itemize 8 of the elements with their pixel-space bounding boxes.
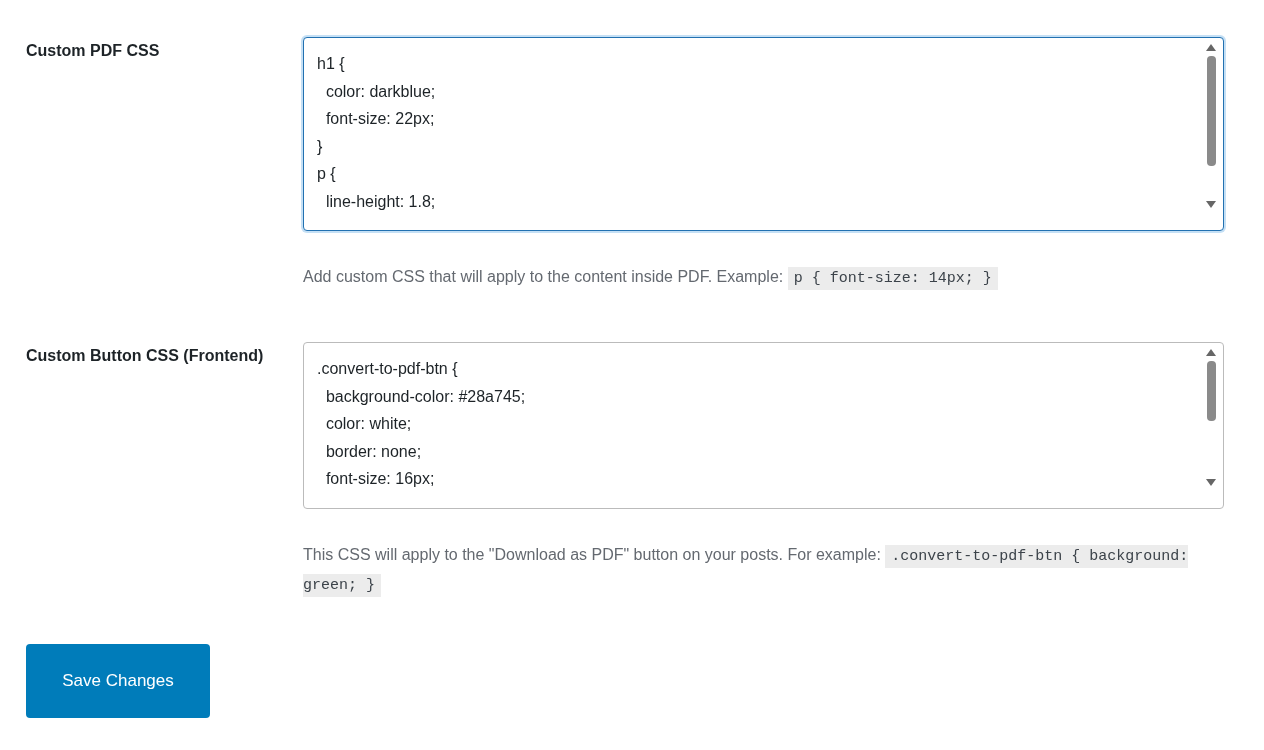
css-text-field[interactable]: h1 { color: darkblue; font-size: 22px; } p { line-height: 1.8; [303, 37, 1224, 231]
setting-label: Custom PDF CSS [26, 42, 160, 59]
field-description: Add custom CSS that will apply to the content inside PDF. Example: p { font-size: 14px; } [303, 263, 1224, 292]
save-button[interactable]: Save Changes [26, 644, 210, 718]
css-text-field[interactable]: .convert-to-pdf-btn { background-color: #28a745; color: white; border: none; font-size: 16px; [303, 342, 1224, 509]
setting-label: Custom Button CSS (Frontend) [26, 347, 264, 364]
scrollbar-drawing[interactable] [1203, 347, 1219, 488]
scrollbar-drawing[interactable] [1203, 42, 1219, 210]
